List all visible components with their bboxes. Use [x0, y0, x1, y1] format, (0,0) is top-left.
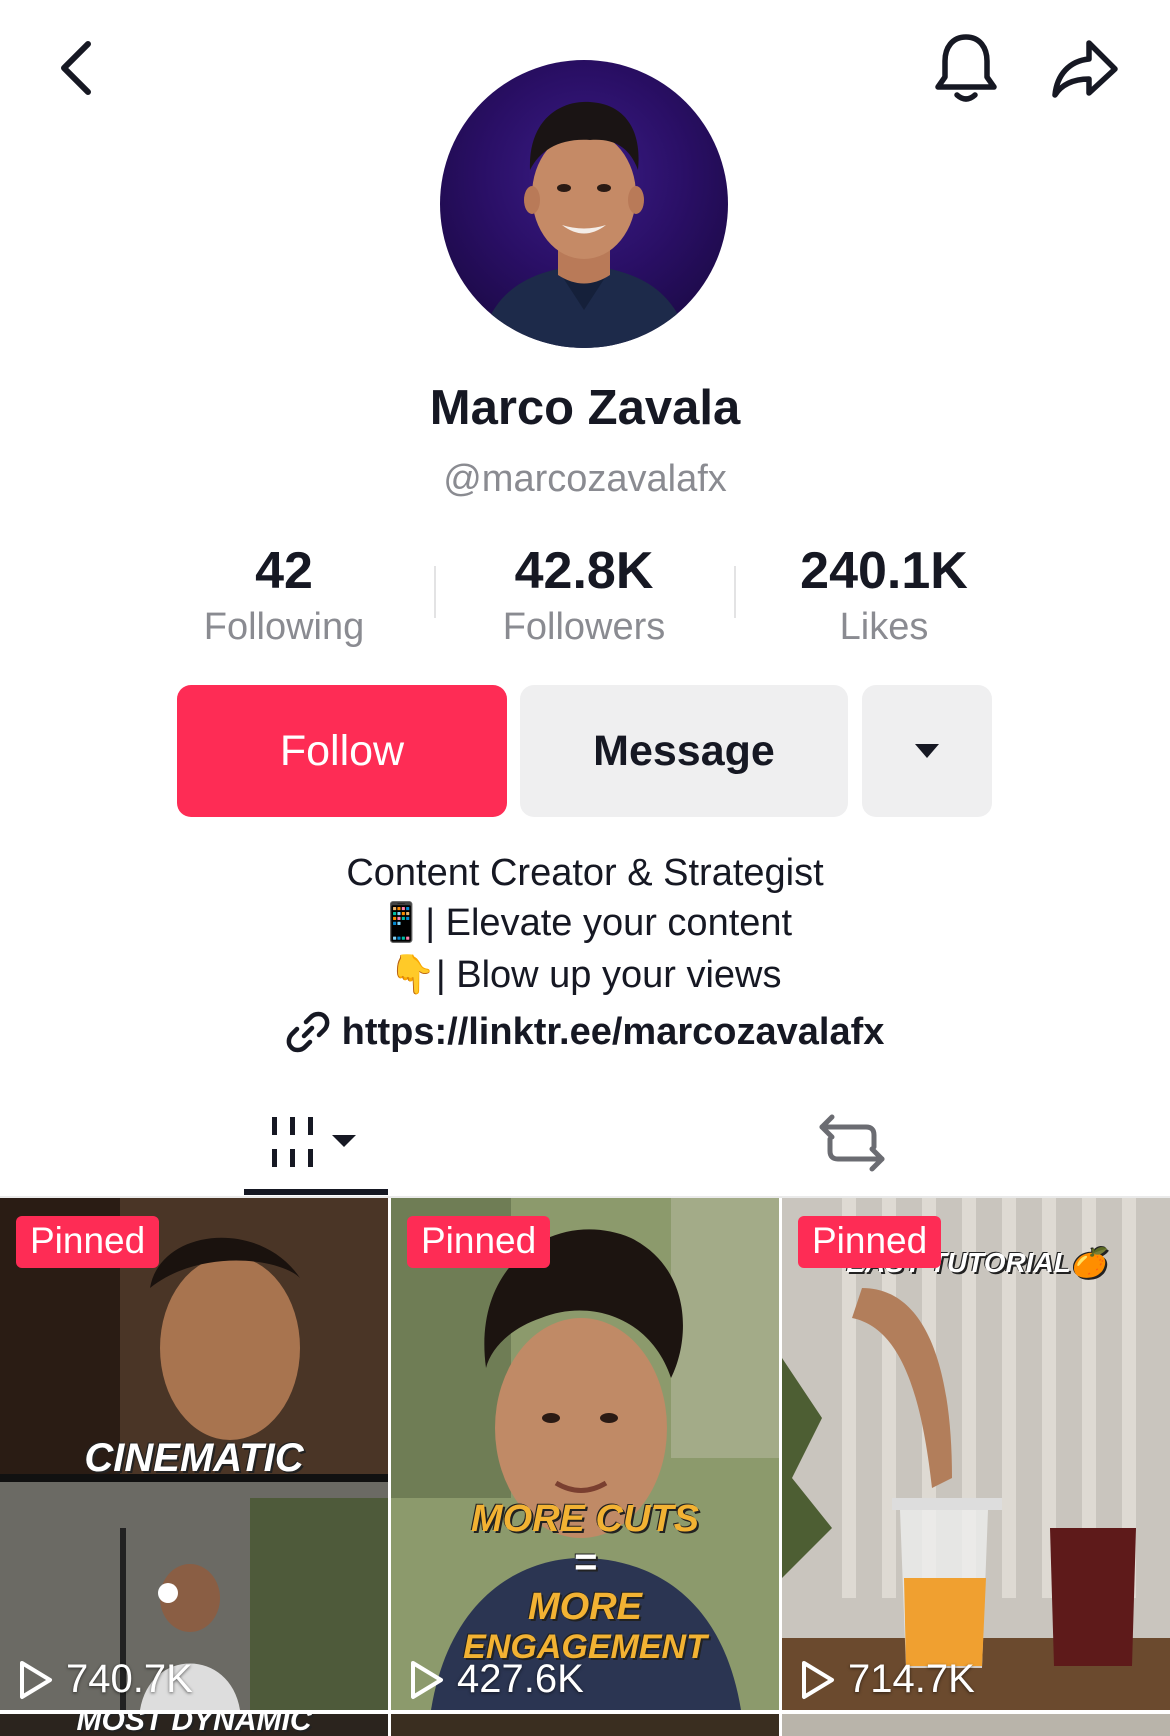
video-caption: CINEMATIC [84, 1436, 304, 1480]
stat-label: Followers [502, 606, 666, 648]
pinned-badge: Pinned [407, 1216, 551, 1268]
view-count: 740.7K [18, 1657, 193, 1702]
play-icon [411, 1660, 443, 1699]
profile-photo [480, 101, 690, 348]
chevron-left-icon [61, 41, 91, 95]
bio-link-text: https://linktr.ee/marcozavalafx [341, 1010, 885, 1053]
tab-reposts[interactable] [780, 1090, 924, 1196]
pinned-badge: Pinned [16, 1216, 160, 1268]
stat-value: 240.1K [800, 542, 968, 600]
more-options-button[interactable] [862, 685, 992, 817]
stat-label: Likes [839, 606, 929, 648]
profile-name: Marco Zavala [429, 381, 741, 435]
share-arrow-icon [1052, 40, 1118, 98]
stat-followers[interactable]: 42.8K Followers [434, 540, 734, 652]
stat-following[interactable]: 42 Following [134, 540, 434, 652]
bio-link[interactable]: https://linktr.ee/marcozavalafx [0, 1010, 1170, 1054]
view-count: 714.7K [800, 1657, 975, 1702]
tab-videos[interactable] [244, 1090, 388, 1196]
video-tile[interactable] [782, 1714, 1170, 1736]
video-tile[interactable]: MOST DYNAMIC [0, 1714, 388, 1736]
pinned-badge: Pinned [798, 1216, 942, 1268]
pointing-down-emoji: 👇 [388, 954, 436, 996]
follow-button[interactable]: Follow [177, 685, 507, 817]
play-icon [802, 1660, 834, 1699]
notifications-button[interactable] [924, 26, 1008, 110]
view-count-text: 740.7K [66, 1657, 193, 1701]
stat-label: Following [203, 606, 365, 648]
message-button[interactable]: Message [520, 685, 848, 817]
video-tile[interactable]: EASY TUTORIAL🍊 Pinned 714.7K [782, 1198, 1170, 1710]
share-button[interactable] [1040, 28, 1130, 112]
video-tile[interactable]: MORE CUTS = MORE ENGAGEMENT Pinned 427.6… [391, 1198, 779, 1710]
video-caption: MOST DYNAMIC [76, 1714, 312, 1736]
bio-line-2-text: | Elevate your content [425, 902, 793, 944]
grid-bars-icon [272, 1117, 356, 1167]
view-count: 427.6K [409, 1657, 584, 1702]
active-tab-indicator [244, 1189, 388, 1195]
link-icon [286, 1011, 329, 1053]
video-caption: = [573, 1540, 597, 1584]
bio-line-3: 👇| Blow up your views [0, 950, 1170, 1000]
content-tabs [0, 1090, 1170, 1196]
caret-down-icon [915, 744, 939, 758]
avatar[interactable] [440, 60, 728, 348]
phone-emoji: 📱 [377, 902, 426, 944]
view-count-text: 427.6K [457, 1657, 584, 1701]
view-count-text: 714.7K [848, 1657, 975, 1701]
stat-value: 42 [255, 542, 313, 600]
video-tile[interactable] [391, 1714, 779, 1736]
profile-handle: @marcozavalafx [443, 458, 727, 500]
repost-icon [819, 1114, 885, 1172]
video-tile[interactable]: CINEMATIC Pinned 740.7K [0, 1198, 388, 1710]
stat-value: 42.8K [514, 542, 654, 600]
play-icon [20, 1660, 52, 1699]
video-caption: MORE [528, 1586, 642, 1628]
bio-line-3-text: | Blow up your views [435, 954, 782, 996]
bell-icon [935, 34, 997, 102]
back-button[interactable] [36, 28, 116, 108]
video-caption: MORE CUTS [471, 1498, 699, 1540]
bio-line-1: Content Creator & Strategist [346, 852, 824, 894]
bio-line-2: 📱| Elevate your content [0, 898, 1170, 948]
stat-likes[interactable]: 240.1K Likes [734, 540, 1034, 652]
